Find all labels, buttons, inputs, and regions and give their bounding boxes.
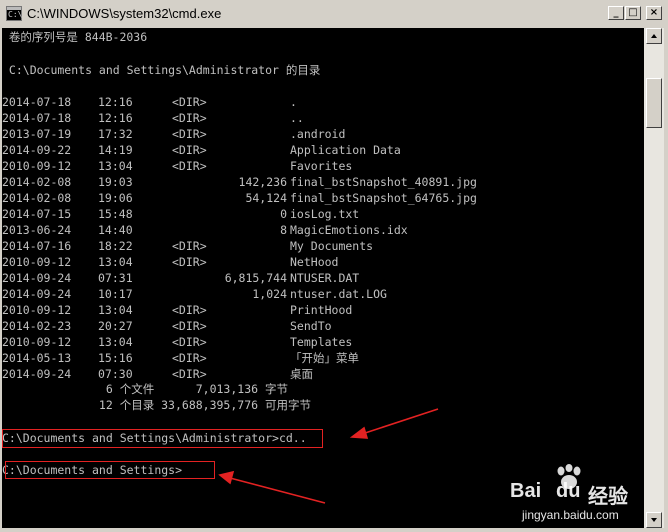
baidu-jingyan-watermark: Bai du 经验 jingyan.baidu.com xyxy=(508,462,658,526)
arrow-to-command-icon xyxy=(361,408,439,435)
watermark-du: du xyxy=(556,480,581,502)
annotation-arrows xyxy=(218,408,439,504)
watermark-word: 经验 xyxy=(588,484,628,508)
watermark-brand: Bai xyxy=(510,480,542,502)
arrowhead-prompt-icon xyxy=(218,470,235,485)
arrowhead-command-icon xyxy=(349,426,369,439)
watermark-url: jingyan.baidu.com xyxy=(522,508,619,522)
arrow-to-prompt-icon xyxy=(229,477,326,504)
